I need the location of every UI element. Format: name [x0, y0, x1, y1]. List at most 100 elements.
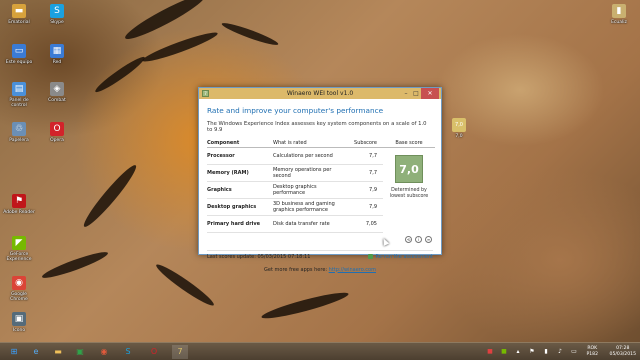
desktop-icon-label: Adobe Reader [3, 210, 35, 215]
share-icon[interactable]: ≡ [425, 235, 432, 243]
nvidia-tray-icon[interactable]: ■ [500, 348, 508, 356]
desktop-icon-label: Skype [50, 20, 64, 25]
row-component: Desktop graphics [207, 198, 273, 216]
wallpaper-stripe [79, 161, 141, 231]
window-titlebar[interactable]: 7 Winaero WEI tool v1.0 – □ ✕ [199, 88, 441, 99]
desktop-icon-label: Ecualiz [611, 20, 627, 25]
desktop-icon[interactable]: ▤ Panel de control [2, 82, 36, 108]
system-clock[interactable]: 07:28 05/03/2015 [610, 346, 636, 358]
desktop-icon[interactable]: ▦ Red [40, 44, 74, 65]
opera-icon: O [50, 122, 64, 136]
shortcut-icon: ▣ [12, 312, 26, 326]
store-icon[interactable]: ▣ [72, 345, 88, 359]
wei-tool-icon: 7,0 [452, 118, 466, 132]
recycle-bin-icon: ♲ [12, 122, 26, 136]
row-rated: Disk data transfer rate [273, 215, 345, 233]
desktop-icon[interactable]: ⚑ Adobe Reader [2, 194, 36, 215]
opera-taskbar-icon[interactable]: O [146, 345, 162, 359]
row-rated: Calculations per second [273, 147, 345, 165]
rerun-link[interactable]: Re-run the assessment [368, 251, 433, 263]
desktop-icon-label: Ematorial [8, 20, 30, 25]
winaero-link[interactable]: http://winaero.com [329, 267, 376, 273]
tray-app-icon[interactable]: ■ [486, 348, 494, 356]
desktop-icon-label: Google Chrome [10, 292, 28, 302]
row-component: Primary hard drive [207, 215, 273, 233]
desktop-icon[interactable]: 7,0 7,0 [442, 118, 476, 139]
row-subscore: 7,9 [345, 198, 383, 216]
network-icon: ▦ [50, 44, 64, 58]
row-component: Graphics [207, 181, 273, 199]
volume-icon[interactable]: ♪ [556, 348, 564, 356]
flag-icon[interactable]: ⚑ [528, 348, 536, 356]
column-header-subscore: Subscore [345, 139, 383, 148]
base-score-cell: 7,0 Determined by lowest subscore [383, 147, 435, 232]
explorer-icon[interactable]: ▬ [50, 345, 66, 359]
info-icon[interactable]: i [415, 235, 422, 243]
wei-tool-window: 7 Winaero WEI tool v1.0 – □ ✕ Rate and i… [198, 87, 442, 273]
ie-icon[interactable]: e [28, 345, 44, 359]
row-rated: 3D business and gaming graphics performa… [273, 198, 345, 216]
minimize-button[interactable]: – [401, 88, 411, 99]
desktop-icon[interactable]: ▣ Icono [2, 312, 36, 333]
start-icon[interactable]: ⊞ [6, 345, 22, 359]
row-subscore: 7,7 [345, 147, 383, 165]
desktop-icon[interactable]: ▬ Ematorial [2, 4, 36, 25]
row-rated: Desktop graphics performance [273, 181, 345, 199]
close-button[interactable]: ✕ [421, 88, 439, 99]
scores-table: Component What is rated Subscore Base sc… [207, 139, 435, 233]
taskbar: ⊞ e ▬ ▣ ◉ S O 7 ■ ■ ▴ ⚑ ▮ ♪ ▭ ROK P182 0… [0, 342, 640, 360]
network-tray-icon[interactable]: ▮ [542, 348, 550, 356]
tray-arrow-icon[interactable]: ▴ [514, 348, 522, 356]
desktop-icon-label: Red [52, 60, 62, 65]
desktop-icon-label: Este equipo [5, 60, 33, 65]
last-update-text: Last scores update: 05/03/2015 07:18:11 [207, 253, 311, 260]
desktop-icon-label: GeForce Experience [6, 252, 32, 262]
desktop-icon[interactable]: ◈ Combat [40, 82, 74, 103]
free-apps-line: Get more free apps here: http://winaero.… [207, 267, 433, 273]
desktop-icon[interactable]: O Opera [40, 122, 74, 143]
wallpaper-stripe [40, 248, 110, 282]
desktop-icon-label: Opera [50, 138, 64, 143]
desktop-icon[interactable]: ♲ Papelera [2, 122, 36, 143]
window-title: Winaero WEI tool v1.0 [286, 90, 354, 97]
shield-icon [368, 253, 374, 259]
column-header-base: Base score [383, 139, 435, 148]
page-heading: Rate and improve your computer's perform… [207, 106, 384, 115]
app-icon: 7 [202, 90, 209, 97]
table-row: Processor Calculations per second 7,7 7,… [207, 147, 435, 199]
base-score-note: Determined by lowest subscore [389, 187, 429, 199]
folder-icon: ▬ [12, 4, 26, 18]
row-subscore: 7,9 [345, 181, 383, 199]
row-component: Memory (RAM) [207, 164, 273, 182]
row-rated: Memory operations per second [273, 164, 345, 182]
control-panel-icon: ▤ [12, 82, 26, 96]
row-subscore: 7,05 [345, 215, 383, 233]
keyboard-icon[interactable]: ▭ [570, 348, 578, 356]
base-score-value: 7,0 [395, 154, 423, 183]
page-description: The Windows Experience Index assesses ke… [207, 121, 427, 133]
desktop-icon[interactable]: ◤ GeForce Experience [2, 236, 36, 262]
desktop-icon[interactable]: ◉ Google Chrome [2, 276, 36, 302]
desktop-icon-label: Panel de control [9, 98, 29, 108]
rerun-label: Re-run the assessment [375, 253, 433, 260]
maximize-button[interactable]: □ [411, 88, 421, 99]
wei-tool-taskbar-icon[interactable]: 7 [172, 345, 188, 359]
wallpaper-stripe [92, 53, 148, 96]
wallpaper-stripe [220, 19, 280, 49]
rerun-small-icon[interactable]: ⟲ [405, 235, 412, 243]
desktop-icon[interactable]: S Skype [40, 4, 74, 25]
skype-taskbar-icon[interactable]: S [120, 345, 136, 359]
language-indicator[interactable]: ROK P182 [586, 346, 598, 358]
language-bottom: P182 [586, 352, 598, 357]
book-icon: ▮ [612, 4, 626, 18]
free-apps-prefix: Get more free apps here: [264, 266, 328, 273]
column-header-component: Component [207, 139, 273, 148]
app-icon: ◈ [50, 82, 64, 96]
chrome-icon: ◉ [12, 276, 26, 290]
wallpaper-stripe [140, 28, 220, 66]
computer-icon: ▭ [12, 44, 26, 58]
desktop-icon[interactable]: ▮ Ecualiz [602, 4, 636, 25]
chrome-icon[interactable]: ◉ [96, 345, 112, 359]
desktop-icon[interactable]: ▭ Este equipo [2, 44, 36, 65]
action-row: ⟲ i ≡ [207, 235, 433, 250]
